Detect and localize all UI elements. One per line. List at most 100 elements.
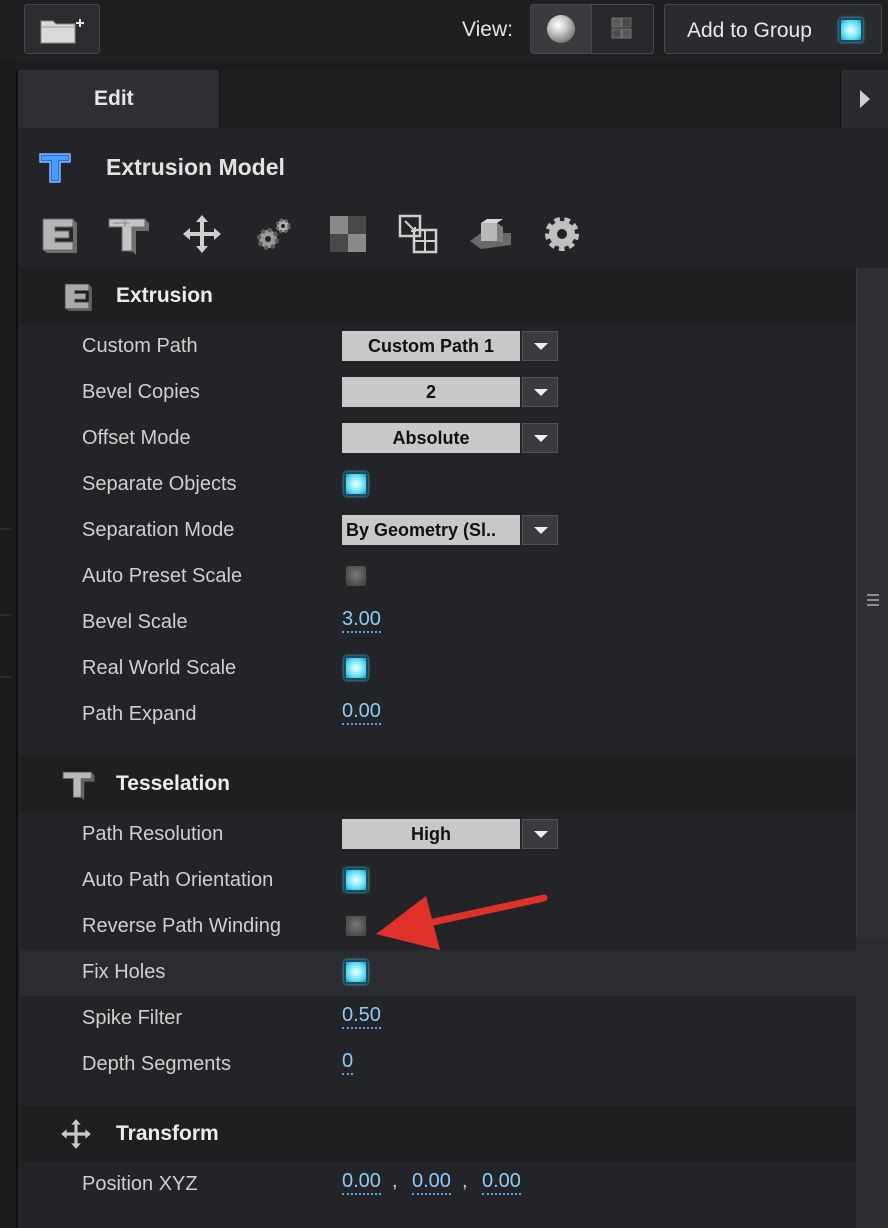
scrollbar-thumb[interactable] [856, 268, 888, 938]
properties-scroll-area: Extrusion Custom Path Custom Path 1 Beve… [20, 268, 856, 1228]
custom-path-label: Custom Path [82, 335, 198, 357]
custom-path-dropdown[interactable]: Custom Path 1 [342, 331, 558, 361]
offset-mode-dropdown[interactable]: Absolute [342, 423, 558, 453]
row-fix-holes: Fix Holes [20, 950, 856, 996]
position-y-field[interactable]: 0.00 [412, 1170, 451, 1195]
model-title: Extrusion Model [106, 154, 285, 180]
bevel-copies-dropdown[interactable]: 2 [342, 377, 558, 407]
position-xyz-label: Position XYZ [82, 1173, 198, 1195]
row-depth-segments: Depth Segments 0 [20, 1042, 856, 1088]
spike-filter-field[interactable]: 0.50 [342, 1004, 381, 1029]
add-to-group-checkbox[interactable] [839, 18, 863, 42]
path-resolution-value: High [342, 819, 520, 849]
offset-mode-value: Absolute [342, 423, 520, 453]
material-checker-icon [330, 216, 366, 252]
tesselation-section-icon [62, 771, 95, 801]
row-spike-filter: Spike Filter 0.50 [20, 996, 856, 1042]
tool-settings[interactable] [536, 208, 588, 260]
position-x-field[interactable]: 0.00 [342, 1170, 381, 1195]
tool-material[interactable] [322, 208, 374, 260]
path-resolution-label: Path Resolution [82, 823, 224, 845]
add-to-group-button[interactable]: Add to Group [664, 4, 882, 54]
properties-panel: Edit Extrusion Model Extrusion Custom Pa… [16, 70, 888, 1228]
extrusion-section-icon [64, 283, 92, 311]
section-transform-header[interactable]: Transform [20, 1106, 856, 1162]
separate-objects-checkbox[interactable] [344, 472, 368, 496]
tool-deformers[interactable] [248, 208, 300, 260]
section-tesselation-title: Tesselation [116, 772, 230, 795]
separation-mode-label: Separation Mode [82, 519, 235, 541]
path-expand-field[interactable]: 0.00 [342, 700, 381, 725]
section-transform-title: Transform [116, 1122, 219, 1145]
view-wireframe-button[interactable] [592, 5, 653, 53]
add-to-group-label: Add to Group [687, 19, 812, 42]
model-header: Extrusion Model [18, 128, 888, 208]
bevel-scale-label: Bevel Scale [82, 611, 188, 633]
fix-holes-checkbox[interactable] [344, 960, 368, 984]
real-world-scale-checkbox[interactable] [344, 656, 368, 680]
tab-edit-label: Edit [94, 87, 134, 110]
separation-mode-dropdown[interactable]: By Geometry (Sl.. [342, 515, 558, 545]
position-z-field[interactable]: 0.00 [482, 1170, 521, 1195]
path-resolution-dropdown[interactable]: High [342, 819, 558, 849]
annotation-arrow-icon [376, 894, 548, 950]
fix-holes-label: Fix Holes [82, 961, 166, 983]
row-position-xyz: Position XYZ 0.00 , 0.00 , 0.00 [20, 1162, 856, 1208]
view-shaded-button[interactable] [531, 5, 592, 53]
add-folder-button[interactable] [24, 4, 100, 54]
tool-extrusion[interactable] [32, 208, 84, 260]
panel-scrollbar[interactable] [856, 268, 888, 1228]
row-auto-preset-scale: Auto Preset Scale [20, 554, 856, 600]
view-label: View: [462, 18, 513, 41]
offset-mode-label: Offset Mode [82, 427, 191, 449]
chevron-down-icon[interactable] [522, 377, 558, 407]
row-path-expand: Path Expand 0.00 [20, 692, 856, 738]
bevel-scale-field[interactable]: 3.00 [342, 608, 381, 633]
view-mode-selector [530, 4, 654, 54]
auto-path-orientation-checkbox[interactable] [344, 868, 368, 892]
shaded-sphere-icon [547, 15, 575, 43]
custom-path-value: Custom Path 1 [342, 331, 520, 361]
expand-panel-arrow-icon[interactable] [840, 70, 888, 128]
extrusion-model-icon [39, 153, 71, 183]
tab-edit[interactable]: Edit [18, 70, 220, 128]
gears-icon [257, 218, 291, 250]
bevel-copies-label: Bevel Copies [82, 381, 200, 403]
settings-gear-icon [545, 217, 579, 251]
reverse-path-winding-label: Reverse Path Winding [82, 915, 281, 937]
auto-path-orientation-label: Auto Path Orientation [82, 869, 274, 891]
tesselation-icon [108, 218, 149, 255]
left-edge-strip [0, 62, 14, 1228]
reverse-path-winding-checkbox[interactable] [344, 914, 368, 938]
separate-objects-label: Separate Objects [82, 473, 237, 495]
tool-object[interactable] [464, 208, 516, 260]
bevel-copies-value: 2 [342, 377, 520, 407]
section-extrusion-header[interactable]: Extrusion [20, 268, 856, 324]
depth-segments-field[interactable]: 0 [342, 1050, 354, 1075]
model-tool-strip [18, 208, 888, 269]
path-expand-label: Path Expand [82, 703, 197, 725]
row-separation-mode: Separation Mode By Geometry (Sl.. [20, 508, 856, 554]
transform-move-icon [183, 215, 221, 253]
row-custom-path: Custom Path Custom Path 1 [20, 324, 856, 370]
position-separator: , [392, 1170, 398, 1192]
chevron-down-icon[interactable] [522, 819, 558, 849]
chevron-down-icon[interactable] [522, 331, 558, 361]
tool-tesselation[interactable] [102, 208, 154, 260]
tool-layers[interactable] [392, 208, 444, 260]
tool-transform[interactable] [176, 208, 228, 260]
depth-segments-label: Depth Segments [82, 1053, 231, 1075]
layers-icon [398, 214, 438, 254]
section-tesselation-header[interactable]: Tesselation [20, 756, 856, 812]
auto-preset-scale-checkbox[interactable] [344, 564, 368, 588]
object-box-icon [470, 219, 511, 249]
auto-preset-scale-label: Auto Preset Scale [82, 565, 243, 587]
row-real-world-scale: Real World Scale [20, 646, 856, 692]
top-toolbar: View: Add to Group [0, 0, 888, 62]
row-path-resolution: Path Resolution High [20, 812, 856, 858]
transform-section-icon [61, 1119, 91, 1149]
chevron-down-icon[interactable] [522, 423, 558, 453]
spike-filter-label: Spike Filter [82, 1007, 183, 1029]
section-extrusion-title: Extrusion [116, 284, 213, 307]
chevron-down-icon[interactable] [522, 515, 558, 545]
